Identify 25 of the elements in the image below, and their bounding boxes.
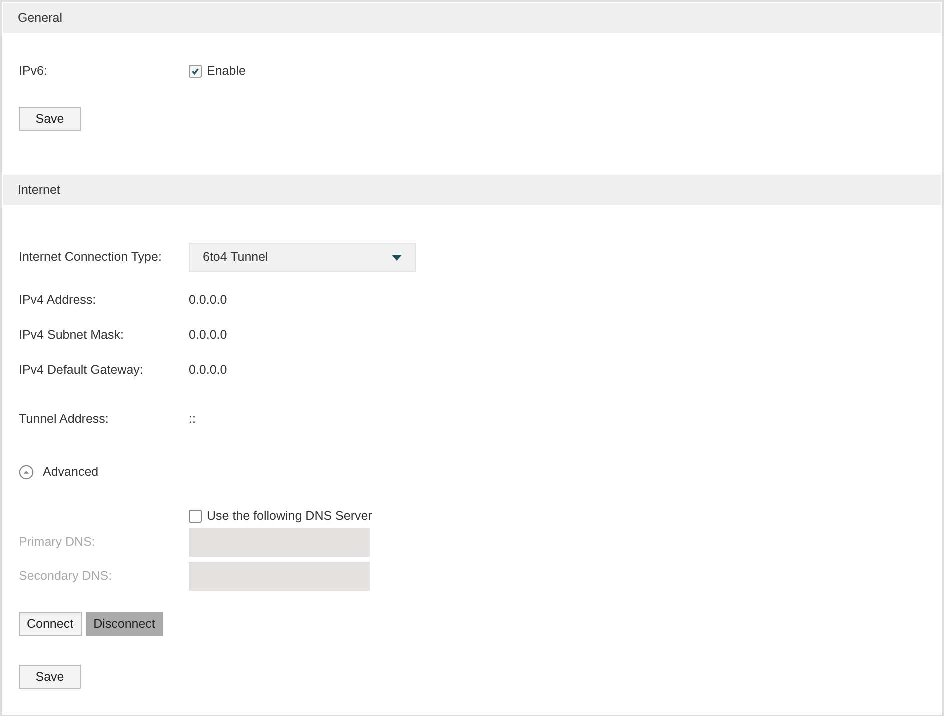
field-label: Tunnel Address: xyxy=(19,410,110,428)
section-header: General xyxy=(3,3,941,33)
checkbox-label: Enable xyxy=(207,62,246,80)
check-icon xyxy=(191,66,200,76)
field-label: Primary DNS: xyxy=(19,534,96,552)
field-label: IPv4 Subnet Mask: xyxy=(19,326,125,344)
field-value: :: xyxy=(189,410,196,428)
checkbox[interactable] xyxy=(189,64,202,78)
checkbox[interactable] xyxy=(189,510,202,522)
field-value: 0.0.0.0 xyxy=(189,362,228,379)
save-button[interactable]: Save xyxy=(19,107,81,131)
field-value: 0.0.0.0 xyxy=(189,292,228,309)
field-label: Secondary DNS: xyxy=(19,568,114,586)
connection-button[interactable]: Connect xyxy=(19,612,82,636)
field-label: Internet Connection Type: xyxy=(19,249,163,266)
field-label: IPv4 Address: xyxy=(19,292,98,309)
advanced-toggle[interactable]: Advanced xyxy=(19,464,925,480)
field-label: IPv4 Default Gateway: xyxy=(19,362,144,379)
field-value: 0.0.0.0 xyxy=(189,326,228,344)
section-header: Internet xyxy=(3,175,941,205)
connection-type-dropdown[interactable]: 6to4 Tunnel xyxy=(189,243,416,272)
save-button[interactable]: Save xyxy=(19,665,81,689)
checkbox-label: Use the following DNS Server xyxy=(207,508,372,525)
field-label: IPv6: xyxy=(19,62,48,80)
dropdown-arrow-icon xyxy=(392,254,402,260)
